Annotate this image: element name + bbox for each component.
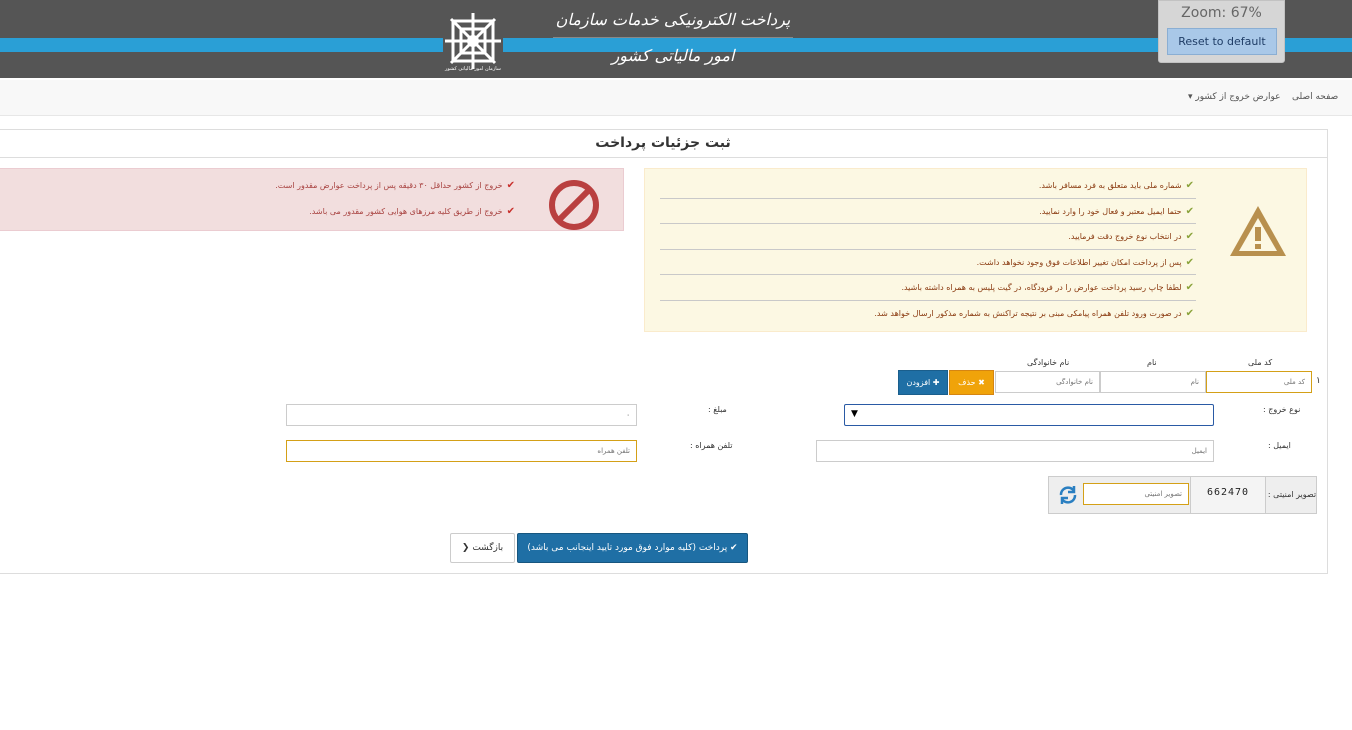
submit-payment-button[interactable]: ✔ پرداخت (کلیه موارد فوق مورد تایید اینج…: [517, 533, 748, 563]
captcha-label: تصویر امنیتی :: [1267, 490, 1317, 499]
zoom-level: Zoom: 67%: [1181, 5, 1262, 21]
check-icon: ✔: [506, 180, 515, 191]
list-item: ✔پس از پرداخت امکان تغییر اطلاعات فوق وج…: [660, 250, 1196, 275]
exit-type-label: نوع خروج :: [1263, 405, 1301, 414]
check-icon: ✔: [1185, 231, 1194, 242]
warning-list: ✔شماره ملی باید متعلق به فرد مسافر باشد.…: [660, 173, 1196, 326]
warning-icon: [1230, 206, 1286, 256]
first-name-header: نام: [1147, 358, 1157, 367]
danger-list: ✔خروج از کشور حداقل ۳۰ دقیقه پس از پرداخ…: [179, 173, 515, 225]
list-item: ✔لطفا چاپ رسید پرداخت عوارض را در فرودگا…: [660, 275, 1196, 301]
row-number: ۱: [1316, 376, 1321, 386]
last-name-input[interactable]: [995, 371, 1100, 393]
exit-type-select[interactable]: ▼: [844, 404, 1214, 426]
nav-home[interactable]: صفحه اصلی: [1292, 80, 1338, 116]
nav-exit-fees-dropdown[interactable]: عوارض خروج از کشور ▾: [1188, 80, 1281, 116]
amount-label: مبلغ :: [708, 405, 727, 414]
navbar: صفحه اصلی عوارض خروج از کشور ▾: [0, 80, 1352, 116]
captcha-input[interactable]: [1083, 483, 1189, 505]
check-icon: ✔: [1185, 282, 1194, 293]
check-icon: ✔: [506, 206, 515, 217]
check-icon: ✔: [1185, 307, 1194, 319]
delete-passenger-button[interactable]: ✖ حذف: [949, 370, 994, 395]
check-icon: ✔: [1185, 205, 1194, 217]
site-title: پرداخت الکترونیکی خدمات سازمان امور مالی…: [553, 2, 793, 65]
email-label: ایمیل :: [1268, 441, 1291, 450]
list-item: ✔خروج از کشور حداقل ۳۰ دقیقه پس از پرداخ…: [275, 180, 515, 191]
list-item: ✔شماره ملی باید متعلق به فرد مسافر باشد.: [660, 173, 1196, 199]
last-name-header: نام خانوادگی: [1027, 358, 1070, 367]
warning-alert: ✔شماره ملی باید متعلق به فرد مسافر باشد.…: [644, 168, 1307, 332]
prohibited-icon: [549, 180, 599, 230]
amount-input[interactable]: [286, 404, 637, 426]
national-code-header: کد ملی: [1248, 358, 1273, 367]
add-passenger-button[interactable]: ✚ افزودن: [898, 370, 948, 395]
back-button[interactable]: بازگشت ❮: [450, 533, 515, 563]
list-item: ✔در صورت ورود تلفن همراه پیامکی مبنی بر …: [874, 307, 1194, 319]
logo-caption: سازمان امور مالیاتی کشور: [445, 66, 501, 72]
zoom-panel: Zoom: 67% Reset to default: [1158, 0, 1285, 63]
national-code-input[interactable]: [1206, 371, 1312, 393]
list-item: ✔خروج از طریق کلیه مرزهای هوایی کشور مقد…: [309, 206, 515, 217]
captcha-group: تصویر امنیتی : 662470: [1048, 476, 1317, 514]
reset-zoom-button[interactable]: Reset to default: [1167, 28, 1277, 55]
dropdown-arrow-icon: ▼: [851, 409, 858, 419]
site-header: پرداخت الکترونیکی خدمات سازمان امور مالی…: [0, 0, 1352, 78]
list-item: ✔در انتخاب نوع خروج دقت فرمایید.: [660, 224, 1196, 250]
email-input[interactable]: [816, 440, 1214, 462]
list-item: ✔حتما ایمیل معتبر و فعال خود را وارد نما…: [660, 199, 1196, 224]
check-icon: ✔: [1185, 180, 1194, 191]
mobile-label: تلفن همراه :: [690, 441, 733, 450]
first-name-input[interactable]: [1100, 371, 1206, 393]
check-icon: ✔: [1185, 256, 1194, 268]
captcha-image: 662470: [1190, 477, 1266, 513]
mobile-input[interactable]: [286, 440, 637, 462]
danger-alert: ✔خروج از کشور حداقل ۳۰ دقیقه پس از پرداخ…: [0, 168, 624, 231]
refresh-icon[interactable]: [1057, 484, 1079, 506]
page-title: ثبت جزئیات پرداخت: [0, 130, 1327, 158]
